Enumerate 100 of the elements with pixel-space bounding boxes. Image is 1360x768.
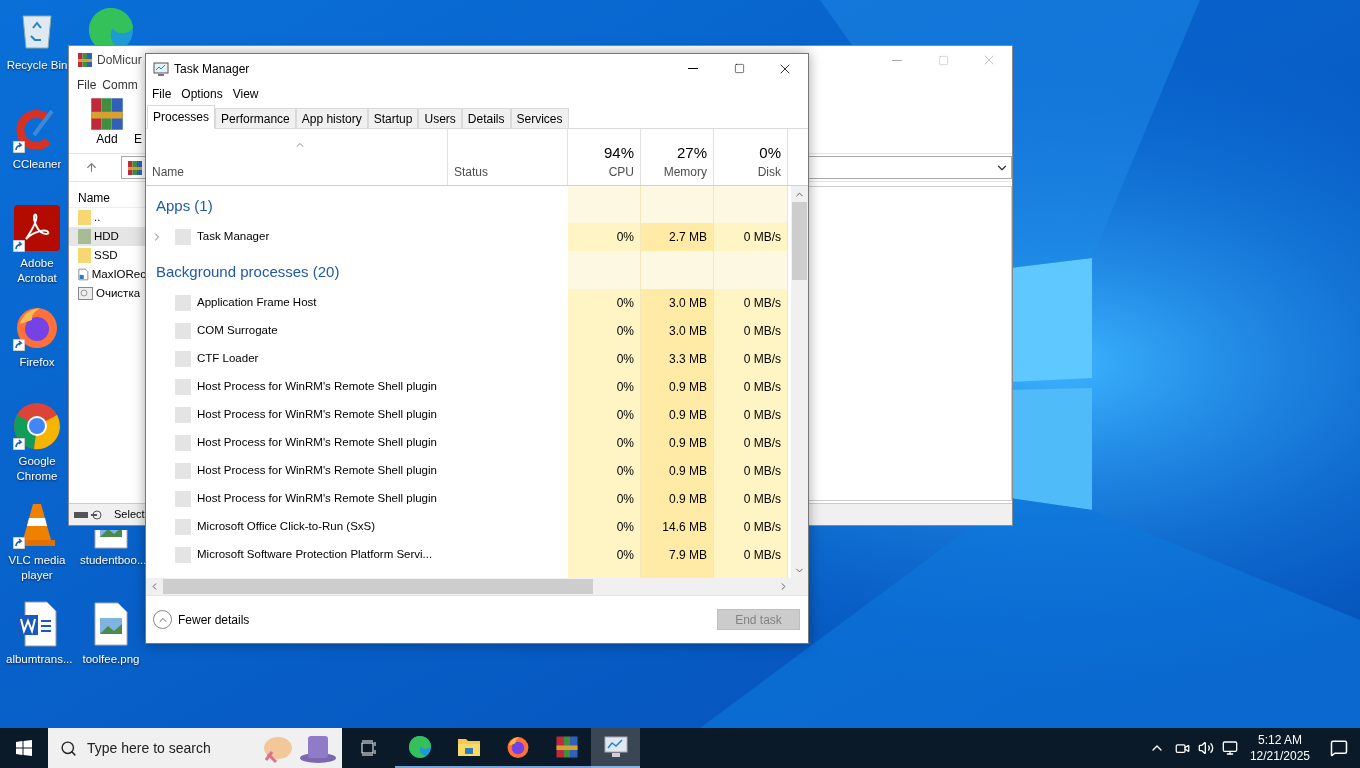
table-cell: 0 MB/s (714, 401, 788, 429)
disk-cleanup-icon (78, 287, 93, 300)
minimize-icon (688, 68, 698, 69)
address-field[interactable] (121, 156, 145, 179)
process-row[interactable]: Application Frame Host 0% 3.0 MB 0 MB/s (146, 289, 788, 317)
table-cell: 3.0 MB (641, 317, 714, 345)
tab[interactable]: Performance (215, 108, 296, 129)
table-cell: 0 MB/s (714, 223, 788, 251)
process-icon (175, 435, 191, 451)
table-cell: 2.7 MB (641, 223, 714, 251)
process-name: Application Frame Host (197, 295, 317, 311)
tab[interactable]: Processes (147, 105, 216, 129)
tab[interactable]: Details (461, 108, 511, 129)
table-cell: 0% (568, 401, 641, 429)
file-row[interactable]: Очистка (69, 284, 146, 303)
table-cell: 0% (568, 345, 641, 373)
process-name: COM Surrogate (197, 323, 278, 339)
file-row[interactable]: HDD (69, 227, 146, 246)
process-name: Microsoft Office Click-to-Run (SxS) (197, 519, 376, 535)
table-cell: 0% (568, 457, 641, 485)
process-icon (175, 519, 191, 535)
monitor-chart-icon (153, 60, 169, 77)
drive-icon (73, 509, 105, 520)
tab[interactable]: Users (418, 108, 462, 129)
icon-label[interactable]: VLC media player (6, 553, 68, 583)
icon-label[interactable]: toolfee.png (82, 652, 140, 667)
column-header[interactable]: 94% CPU (568, 129, 641, 185)
task-view-icon (361, 740, 379, 756)
notifications-icon[interactable] (1330, 739, 1348, 757)
file-row[interactable]: MaxIORec (69, 265, 146, 284)
menu-item[interactable]: Options (181, 84, 223, 103)
books-icon (89, 96, 125, 132)
books-icon (77, 52, 93, 68)
menu-item[interactable]: File (77, 76, 97, 94)
edge-icon (407, 735, 432, 759)
table-cell: 0 MB/s (714, 485, 788, 513)
speaker-icon[interactable] (1197, 740, 1214, 756)
status-text: Select (114, 507, 145, 523)
icon-label[interactable]: Recycle Bin (6, 58, 68, 73)
menu-item[interactable]: Comm (102, 76, 138, 94)
folder-icon (78, 229, 91, 244)
table-cell: 0 MB/s (714, 345, 788, 373)
process-icon (175, 379, 191, 395)
icon-label[interactable]: Firefox (19, 355, 55, 370)
table-cell: 0.9 MB (641, 401, 714, 429)
table-cell: 0 MB/s (714, 289, 788, 317)
folder-icon (78, 248, 91, 263)
icon-label[interactable]: CCleaner (12, 157, 62, 172)
process-name: Host Process for WinRM's Remote Shell plugin (197, 407, 437, 423)
clock[interactable]: 5:12 AM 12/21/2025 (1249, 732, 1310, 764)
icon-label[interactable]: Adobe Acrobat (6, 256, 68, 286)
column-header[interactable]: 27% Memory (641, 129, 714, 185)
group-heading: Background processes (20) (156, 261, 340, 282)
vertical-scrollbar[interactable] (791, 186, 808, 579)
up-arrow-icon (85, 161, 98, 174)
scroll-thumb[interactable] (792, 202, 807, 280)
table-cell: 7.9 MB (641, 541, 714, 569)
table-cell: 0.9 MB (641, 485, 714, 513)
file-row[interactable]: .. (69, 208, 146, 227)
process-row[interactable]: CTF Loader 0% 3.3 MB 0 MB/s (146, 345, 788, 373)
scroll-thumb[interactable] (163, 579, 593, 594)
horizontal-scrollbar[interactable] (146, 578, 808, 595)
process-row[interactable]: Host Process for WinRM's Remote Shell plugin 0% 0.9 MB 0 MB/s (146, 485, 788, 513)
process-row[interactable]: Microsoft Office Click-to-Run (SxS) 0% 14.6 MB 0 MB/s (146, 513, 788, 541)
process-row[interactable]: Task Manager 0% 2.7 MB 0 MB/s (146, 223, 788, 251)
process-row[interactable]: Host Process for WinRM's Remote Shell plugin 0% 0.9 MB 0 MB/s (146, 373, 788, 401)
column-header[interactable]: 0% Disk (714, 129, 788, 185)
window-title: Task Manager (174, 60, 250, 78)
process-icon (175, 547, 191, 563)
process-icon (175, 407, 191, 423)
file-row[interactable]: SSD (69, 246, 146, 265)
process-row[interactable]: Host Process for WinRM's Remote Shell plugin 0% 0.9 MB 0 MB/s (146, 457, 788, 485)
toolbar-button[interactable]: E (134, 96, 142, 146)
image-file-icon (94, 530, 128, 549)
word-document-icon (17, 601, 57, 647)
menu-item[interactable]: View (232, 84, 259, 103)
table-cell: 0% (568, 485, 641, 513)
table-cell: 0 MB/s (714, 317, 788, 345)
table-cell: 0.9 MB (641, 457, 714, 485)
menu-item[interactable]: File (152, 84, 172, 103)
process-icon (175, 463, 191, 479)
process-icon (175, 229, 191, 245)
toolbar-button[interactable]: Add (89, 96, 125, 146)
taskbar-app-button[interactable] (591, 728, 640, 768)
search-field[interactable]: Type here to search (48, 728, 342, 768)
fewer-details-button[interactable]: Fewer details (153, 610, 250, 629)
tab[interactable]: Services (510, 108, 569, 129)
process-row[interactable]: Host Process for WinRM's Remote Shell plugin 0% 0.9 MB 0 MB/s (146, 429, 788, 457)
process-name: CTF Loader (197, 351, 259, 367)
column-header[interactable]: Name (146, 129, 448, 185)
icon-label[interactable]: Google Chrome (6, 454, 68, 484)
process-row[interactable]: Microsoft Software Protection Platform Servi... 0% 7.9 MB 0 MB/s (146, 541, 788, 569)
tab[interactable]: App history (295, 108, 368, 129)
column-header[interactable]: Status (448, 129, 568, 185)
table-cell: 0% (568, 289, 641, 317)
table-cell: 0.9 MB (641, 429, 714, 457)
tab[interactable]: Startup (367, 108, 419, 129)
maximize-icon (733, 63, 745, 74)
process-row[interactable]: COM Surrogate 0% 3.0 MB 0 MB/s (146, 317, 788, 345)
process-row[interactable]: Host Process for WinRM's Remote Shell plugin 0% 0.9 MB 0 MB/s (146, 401, 788, 429)
